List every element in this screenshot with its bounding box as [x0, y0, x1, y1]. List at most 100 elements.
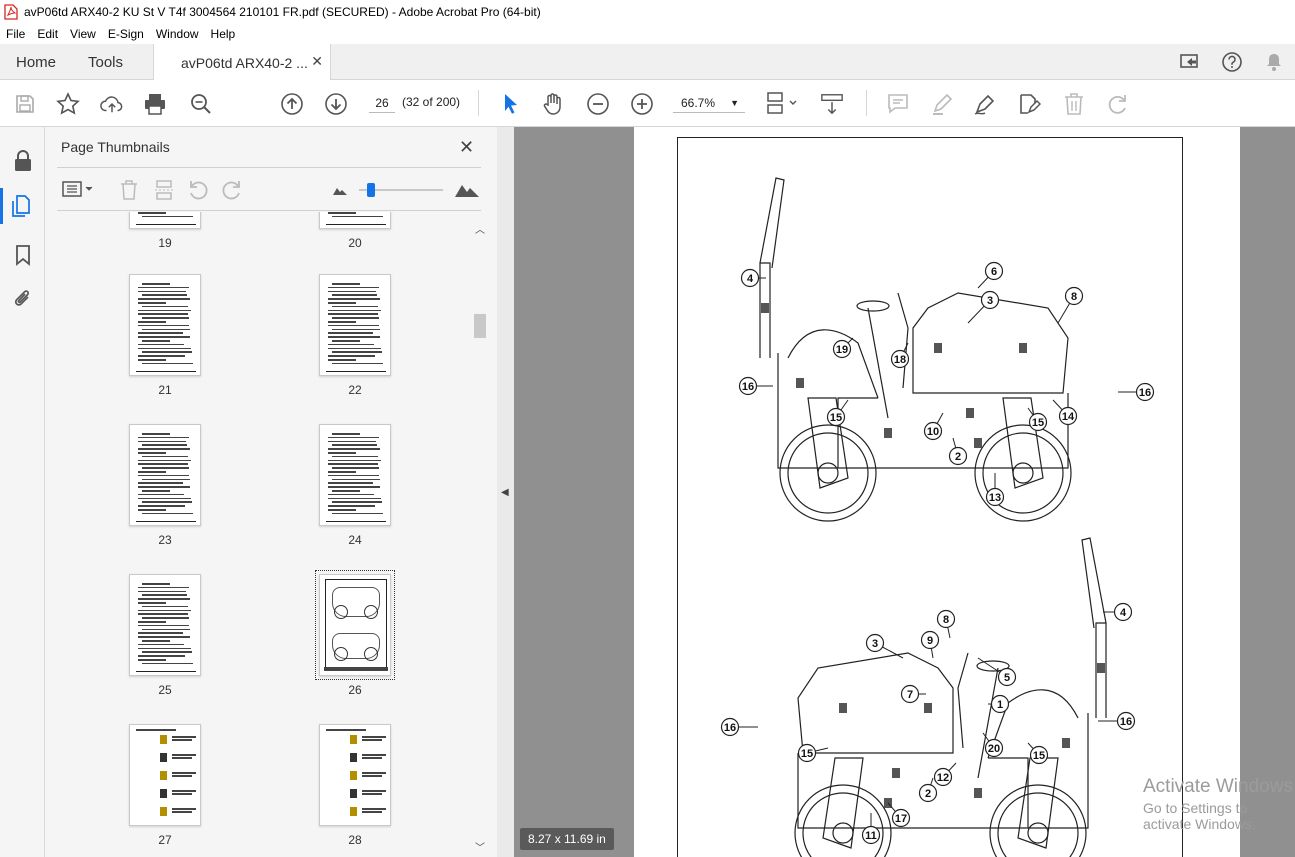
callout-label: 2: [925, 788, 931, 800]
menu-window[interactable]: Window: [150, 27, 205, 41]
callout-label: 9: [927, 635, 933, 647]
zoom-out-icon[interactable]: [586, 92, 610, 116]
page-thumbnail[interactable]: [129, 724, 201, 826]
previous-page-icon[interactable]: [280, 92, 304, 116]
edit-pdf-icon[interactable]: [1017, 92, 1041, 116]
page-thumbnail[interactable]: [129, 574, 201, 676]
page-thumbnail[interactable]: [129, 424, 201, 526]
delete-trash-icon[interactable]: [1062, 92, 1086, 116]
page-thumbnail[interactable]: [319, 212, 391, 229]
page-number-input[interactable]: 26: [369, 93, 395, 113]
toolbar-divider: [866, 90, 867, 116]
callout-label: 19: [836, 344, 848, 356]
tab-home[interactable]: Home: [16, 44, 56, 80]
help-icon[interactable]: [1211, 51, 1253, 73]
zoom-level-select[interactable]: 66.7% ▼: [673, 93, 745, 113]
collapse-arrow-icon[interactable]: ◀: [501, 487, 509, 498]
thumbnail-grid: 19 20 21 22 23 24 25 26 27 28: [57, 212, 475, 857]
warning-decal: [1062, 738, 1070, 748]
sign-pen-icon[interactable]: [973, 92, 997, 116]
tab-tools[interactable]: Tools: [88, 44, 123, 80]
callout-label: 8: [943, 614, 949, 626]
warning-decal: [1097, 663, 1105, 673]
rear-drum-bracket: [1002, 397, 1044, 489]
lever-line: [897, 292, 909, 389]
notification-bell-icon[interactable]: [1253, 52, 1295, 72]
warning-decal: [924, 703, 932, 713]
document-view[interactable]: 4 6 3 8 19 18 16 16 15 14 15 10 2 13 4 8 3 9 5 7 1 16 16 15 20 15…: [514, 127, 1295, 857]
select-cursor-icon[interactable]: [498, 92, 522, 116]
options-menu-icon[interactable]: [61, 179, 95, 202]
front-drum-hub: [817, 462, 839, 484]
thumbnail-page-label: 20: [348, 236, 362, 250]
rotate-left-icon[interactable]: [187, 179, 209, 204]
tab-document[interactable]: avP06td ARX40-2 ... ✕: [153, 44, 331, 81]
chassis-outline: [777, 353, 1069, 469]
delete-page-icon[interactable]: [119, 179, 139, 204]
menu-view[interactable]: View: [64, 27, 102, 41]
extract-page-icon[interactable]: [153, 179, 175, 204]
warning-decal: [974, 438, 982, 448]
front-drum-rim: [787, 432, 869, 514]
page-thumbnail[interactable]: [129, 274, 201, 376]
scroll-down-icon[interactable]: ﹀: [475, 839, 485, 854]
hand-tool-icon[interactable]: [541, 92, 565, 116]
page-thumbnail[interactable]: [129, 212, 201, 229]
menu-help[interactable]: Help: [205, 27, 242, 41]
search-zoom-icon[interactable]: [189, 92, 213, 116]
save-icon[interactable]: [13, 92, 37, 116]
page-thumbnails-icon[interactable]: [0, 188, 45, 224]
watermark-line-2: Go to Settings to activate Windows.: [1143, 800, 1256, 832]
lock-icon[interactable]: [11, 149, 35, 173]
highlight-pen-icon[interactable]: [930, 92, 954, 116]
bookmark-star-icon[interactable]: [56, 92, 80, 116]
scroll-up-icon[interactable]: ︿: [475, 221, 485, 236]
menu-file[interactable]: File: [0, 27, 31, 41]
close-tab-icon[interactable]: ✕: [311, 53, 323, 70]
scroll-mode-icon[interactable]: [820, 92, 844, 116]
share-screen-icon[interactable]: [1169, 52, 1211, 72]
close-panel-icon[interactable]: ✕: [459, 137, 474, 158]
zoom-in-icon[interactable]: [630, 92, 654, 116]
thumbnail-page-label: 25: [158, 683, 172, 697]
callout-label: 11: [865, 830, 877, 842]
slider-handle[interactable]: [367, 183, 375, 197]
callout-label: 18: [894, 354, 906, 366]
lever-line: [957, 652, 969, 749]
toolbar-divider: [478, 90, 479, 116]
roller-drawing: 4 6 3 8 19 18 16 16 15 14 15 10 2 13 4 8 3 9 5 7 1 16 16 15 20 15…: [720, 177, 1155, 857]
rear-drum-bracket: [822, 757, 864, 849]
warning-decal: [761, 303, 769, 313]
tab-bar: Home Tools avP06td ARX40-2 ... ✕: [0, 44, 1295, 81]
callout-label: 4: [747, 273, 754, 285]
page-thumbnail[interactable]: [319, 274, 391, 376]
page-fit-icon[interactable]: [764, 92, 800, 116]
comment-icon[interactable]: [886, 92, 910, 116]
page-count-label: (32 of 200): [402, 95, 461, 109]
cloud-upload-icon[interactable]: [100, 92, 124, 116]
redo-icon[interactable]: [1106, 92, 1130, 116]
menu-edit[interactable]: Edit: [31, 27, 64, 41]
navigation-rail: [0, 127, 45, 857]
callout-label: 5: [1004, 672, 1010, 684]
print-icon[interactable]: [143, 92, 167, 116]
menu-esign[interactable]: E-Sign: [102, 27, 150, 41]
page-thumbnail[interactable]: [319, 724, 391, 826]
steering-column: [867, 307, 889, 419]
thumbnail-scrollbar[interactable]: ︿ ﹀: [473, 219, 487, 857]
front-drum-bracket: [1017, 757, 1059, 849]
warning-decal: [934, 343, 942, 353]
scrollbar-thumb[interactable]: [474, 314, 486, 338]
small-thumbnail-icon[interactable]: [333, 184, 347, 198]
large-thumbnail-icon[interactable]: [455, 181, 479, 200]
next-page-icon[interactable]: [324, 92, 348, 116]
rotate-right-icon[interactable]: [221, 179, 243, 204]
page-thumbnail[interactable]: [315, 570, 395, 680]
warning-decal: [1019, 343, 1027, 353]
bookmark-icon[interactable]: [11, 243, 35, 267]
attachment-paperclip-icon[interactable]: [11, 287, 35, 311]
panel-collapse-bar[interactable]: ◀: [497, 127, 514, 857]
callout-label: 3: [987, 295, 993, 307]
rear-drum: [794, 784, 892, 857]
page-thumbnail[interactable]: [319, 424, 391, 526]
